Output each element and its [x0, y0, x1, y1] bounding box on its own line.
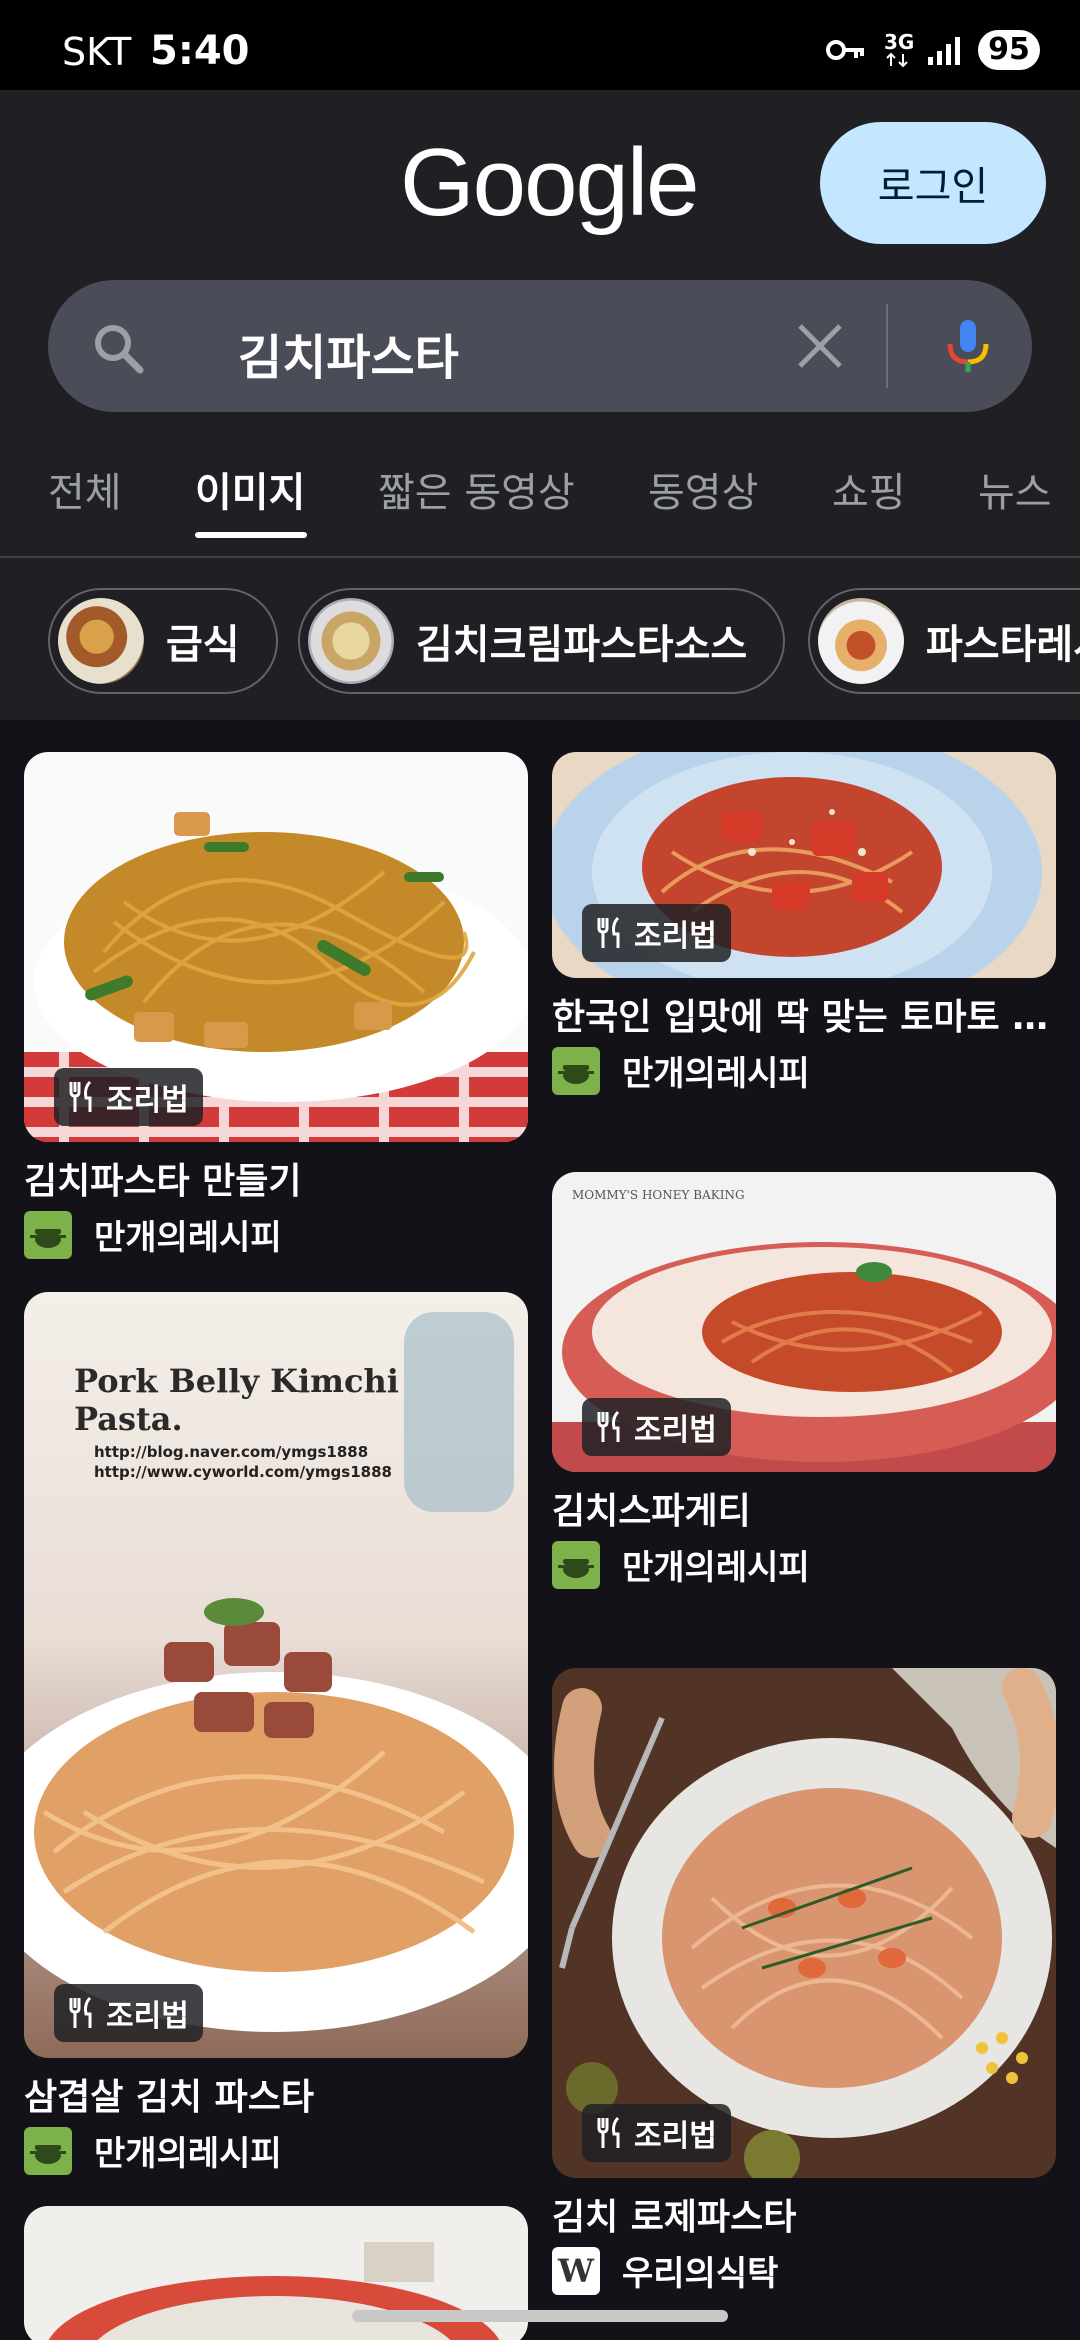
- chip-label: 파스타레시: [926, 622, 1080, 668]
- search-icon: [95, 325, 144, 374]
- microphone-icon[interactable]: [936, 314, 1000, 378]
- search-box[interactable]: 김치파스타: [48, 280, 1032, 412]
- clock: 5:40: [150, 28, 250, 74]
- chip-thumbnail: [308, 598, 394, 684]
- network-type-icon: 3G: [884, 30, 915, 68]
- result-card[interactable]: Pork Belly Kimchi Pasta. http://blog.nav…: [24, 1292, 528, 2175]
- source-name: 만개의레시피: [94, 1218, 282, 1258]
- fork-knife-icon: [597, 2116, 620, 2148]
- image-urls: http://blog.naver.com/ymgs1888 http://ww…: [94, 1443, 392, 1481]
- result-image[interactable]: 조리법: [552, 1668, 1056, 2178]
- tabs-divider: [0, 556, 1080, 558]
- pasta-photo: [552, 1668, 1056, 2178]
- chip-school-meal[interactable]: 급식: [48, 588, 278, 694]
- tab-images[interactable]: 이미지: [195, 460, 305, 518]
- result-card[interactable]: 조리법 김치파스타 만들기 만개의레시피: [24, 752, 528, 1259]
- source-name: 우리의식탁: [622, 2254, 779, 2294]
- network-label: 3G: [884, 30, 915, 54]
- chip-label: 급식: [166, 622, 240, 668]
- result-title[interactable]: 김치파스타 만들기: [24, 1152, 528, 1200]
- source-logo-icon: W: [552, 2246, 600, 2295]
- source-logo-icon: [24, 2126, 72, 2175]
- result-source[interactable]: 만개의레시피: [24, 2126, 528, 2175]
- image-caption: MOMMY'S HONEY BAKING: [572, 1188, 745, 1202]
- result-card[interactable]: MOMMY'S HONEY BAKING 조리법 김치스파게티 만개의레시피: [552, 1172, 1056, 1589]
- result-image[interactable]: MOMMY'S HONEY BAKING 조리법: [552, 1172, 1056, 1472]
- fork-knife-icon: [597, 1410, 620, 1442]
- source-name: 만개의레시피: [622, 1054, 810, 1094]
- result-title[interactable]: 삼겹살 김치 파스타: [24, 2068, 528, 2116]
- carrier-label: SKT: [62, 30, 132, 74]
- tab-all[interactable]: 전체: [48, 460, 122, 518]
- recipe-badge-label: 조리법: [106, 1083, 189, 1118]
- image-caption: Pork Belly Kimchi Pasta.: [74, 1362, 414, 1438]
- source-name: 만개의레시피: [622, 1548, 810, 1588]
- chip-thumbnail: [58, 598, 144, 684]
- chip-kimchi-cream-pasta-sauce[interactable]: 김치크림파스타소스: [298, 588, 786, 694]
- tab-short-videos[interactable]: 짧은 동영상: [378, 460, 575, 518]
- recipe-badge-label: 조리법: [634, 1413, 717, 1448]
- fork-knife-icon: [597, 916, 620, 948]
- result-card[interactable]: 조리법 한국인 입맛에 딱 맞는 토마토 김... 만개의레시피: [552, 752, 1056, 1095]
- source-logo-icon: [552, 1540, 600, 1589]
- signal-strength-icon: [928, 35, 960, 65]
- result-image[interactable]: Pork Belly Kimchi Pasta. http://blog.nav…: [24, 1292, 528, 2058]
- data-arrows-icon: [886, 52, 908, 68]
- battery-indicator: 95: [978, 30, 1040, 70]
- chip-thumbnail: [818, 598, 904, 684]
- fork-knife-icon: [69, 1996, 92, 2028]
- source-name: 만개의레시피: [94, 2134, 282, 2174]
- image-caption-text: Pork Belly Kimchi Pasta.: [74, 1362, 399, 1438]
- close-icon[interactable]: [790, 316, 850, 376]
- tab-shopping[interactable]: 쇼핑: [832, 460, 906, 518]
- home-indicator[interactable]: [352, 2310, 728, 2322]
- vpn-key-icon: [826, 40, 864, 60]
- recipe-badge: 조리법: [582, 904, 731, 962]
- search-divider: [886, 304, 888, 388]
- result-title[interactable]: 김치스파게티: [552, 1482, 1056, 1530]
- result-source[interactable]: 만개의레시피: [24, 1210, 528, 1259]
- result-source[interactable]: 만개의레시피: [552, 1540, 1056, 1589]
- recipe-badge: 조리법: [582, 1398, 731, 1456]
- recipe-badge: 조리법: [54, 1068, 203, 1126]
- result-image[interactable]: 조리법: [552, 752, 1056, 978]
- result-image[interactable]: 조리법: [24, 752, 528, 1142]
- active-tab-indicator: [195, 532, 307, 538]
- tab-news[interactable]: 뉴스: [978, 460, 1052, 518]
- source-logo-icon: [24, 1210, 72, 1259]
- result-source[interactable]: 만개의레시피: [552, 1046, 1056, 1095]
- source-logo-icon: [552, 1046, 600, 1095]
- result-title[interactable]: 김치 로제파스타: [552, 2188, 1056, 2236]
- recipe-badge-label: 조리법: [106, 1999, 189, 2034]
- login-button[interactable]: 로그인: [820, 122, 1046, 244]
- search-input[interactable]: 김치파스타: [238, 318, 459, 388]
- recipe-badge-label: 조리법: [634, 919, 717, 954]
- image-results-grid: 조리법 김치파스타 만들기 만개의레시피 조리법 한국인 입맛에 딱 맞는 토마…: [0, 720, 1080, 2340]
- result-title[interactable]: 한국인 입맛에 딱 맞는 토마토 김...: [552, 988, 1056, 1036]
- fork-knife-icon: [69, 1080, 92, 1112]
- related-chips: 급식 김치크림파스타소스 파스타레시: [0, 570, 1080, 710]
- chip-pasta-recipe[interactable]: 파스타레시: [808, 588, 1080, 694]
- recipe-badge: 조리법: [54, 1984, 203, 2042]
- recipe-badge-label: 조리법: [634, 2119, 717, 2154]
- result-card[interactable]: 조리법 김치 로제파스타 W 우리의식탁: [552, 1668, 1056, 2295]
- result-source[interactable]: W 우리의식탁: [552, 2246, 1056, 2295]
- recipe-badge: 조리법: [582, 2104, 731, 2162]
- search-tabs: 전체 이미지 짧은 동영상 동영상 쇼핑 뉴스: [0, 440, 1080, 556]
- status-icons: 3G 95: [826, 30, 1040, 70]
- tab-videos[interactable]: 동영상: [648, 460, 758, 518]
- status-bar: SKT 5:40 3G 95: [0, 0, 1080, 90]
- google-logo[interactable]: Google: [400, 128, 700, 238]
- chip-label: 김치크림파스타소스: [416, 622, 748, 668]
